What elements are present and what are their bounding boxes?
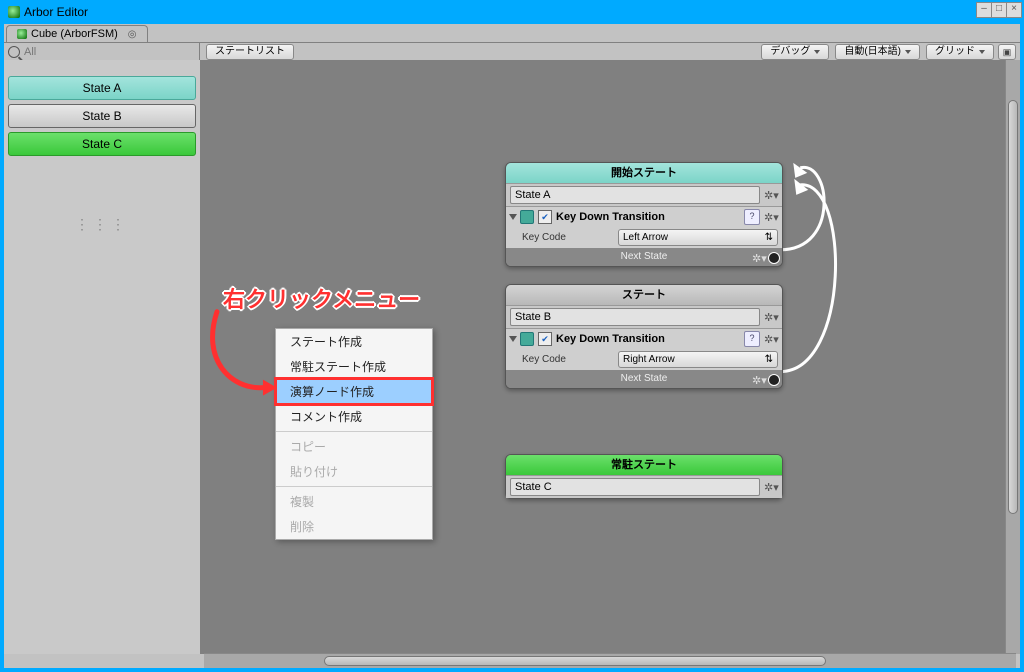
node-start-state[interactable]: 開始ステート ✲▾ ✔ Key Down Transition ? ✲▾ Key… bbox=[505, 162, 783, 267]
state-name-input[interactable] bbox=[510, 478, 760, 496]
behaviour-name: Key Down Transition bbox=[556, 211, 740, 223]
prop-label: Key Code bbox=[522, 354, 612, 365]
sidebar-search[interactable] bbox=[4, 43, 200, 61]
gear-icon[interactable]: ✲▾ bbox=[764, 189, 778, 202]
menu-separator bbox=[276, 431, 432, 432]
menu-separator bbox=[276, 486, 432, 487]
state-list-label: ステートリスト bbox=[215, 45, 285, 59]
behaviour-icon bbox=[520, 332, 534, 346]
state-list-button[interactable]: ステートリスト bbox=[206, 44, 294, 60]
grid-dropdown[interactable]: グリッド bbox=[926, 44, 994, 60]
search-icon bbox=[8, 46, 20, 58]
canvas-vertical-scrollbar[interactable] bbox=[1005, 60, 1020, 654]
help-icon[interactable]: ? bbox=[744, 331, 760, 347]
gear-icon[interactable]: ✲▾ bbox=[752, 372, 766, 390]
debug-dropdown[interactable]: デバッグ bbox=[761, 44, 829, 60]
behaviour-name: Key Down Transition bbox=[556, 333, 740, 345]
menu-copy: コピー bbox=[276, 434, 432, 459]
language-dropdown[interactable]: 自動(日本語) bbox=[835, 44, 920, 60]
app-icon bbox=[8, 6, 20, 18]
node-title: ステート bbox=[506, 285, 782, 305]
grid-label: グリッド bbox=[935, 45, 975, 59]
state-name-input[interactable] bbox=[510, 186, 760, 204]
chevron-down-icon bbox=[905, 50, 911, 54]
state-name-input[interactable] bbox=[510, 308, 760, 326]
editor-tabs-row: Cube (ArborFSM) ◎ bbox=[4, 24, 1020, 43]
menu-create-comment[interactable]: コメント作成 bbox=[276, 404, 432, 429]
sidebar-item-label: State A bbox=[83, 81, 122, 95]
gear-icon[interactable]: ✲▾ bbox=[764, 211, 778, 224]
prop-label: Key Code bbox=[522, 232, 612, 243]
gear-icon[interactable]: ✲▾ bbox=[764, 481, 778, 494]
foldout-icon[interactable] bbox=[509, 214, 517, 220]
sidebar-item-state-a[interactable]: State A bbox=[8, 76, 196, 100]
menu-duplicate: 複製 bbox=[276, 489, 432, 514]
search-input[interactable] bbox=[20, 45, 195, 59]
help-icon[interactable]: ? bbox=[744, 209, 760, 225]
annotation-label: 右クリックメニュー bbox=[223, 282, 420, 314]
keycode-dropdown[interactable]: Left Arrow ⇅ bbox=[618, 229, 778, 246]
gear-icon[interactable]: ✲▾ bbox=[764, 333, 778, 346]
graph-canvas[interactable]: 開始ステート ✲▾ ✔ Key Down Transition ? ✲▾ Key… bbox=[201, 60, 1020, 654]
enable-checkbox[interactable]: ✔ bbox=[538, 210, 552, 224]
tab-label: Cube (ArborFSM) bbox=[31, 28, 118, 40]
node-title: 常駐ステート bbox=[506, 455, 782, 475]
capture-button[interactable]: ▣ bbox=[998, 44, 1016, 60]
sidebar-item-label: State B bbox=[82, 109, 121, 123]
tab-target-icon[interactable]: ◎ bbox=[128, 29, 137, 40]
dropdown-value: Right Arrow bbox=[623, 354, 675, 365]
sidebar-resize-handle[interactable]: ⋮⋮⋮ bbox=[4, 216, 200, 233]
state-list-sidebar: State A State B State C ⋮⋮⋮ bbox=[4, 60, 201, 654]
canvas-horizontal-scrollbar[interactable] bbox=[204, 653, 1016, 668]
scrollbar-thumb[interactable] bbox=[324, 656, 826, 666]
chevron-down-icon bbox=[814, 50, 820, 54]
keycode-dropdown[interactable]: Right Arrow ⇅ bbox=[618, 351, 778, 368]
chevron-updown-icon: ⇅ bbox=[765, 354, 773, 365]
chevron-updown-icon: ⇅ bbox=[765, 232, 773, 243]
menu-create-resident-state[interactable]: 常駐ステート作成 bbox=[276, 354, 432, 379]
menu-delete: 削除 bbox=[276, 514, 432, 539]
foldout-icon[interactable] bbox=[509, 336, 517, 342]
node-resident-state[interactable]: 常駐ステート ✲▾ bbox=[505, 454, 783, 499]
gear-icon[interactable]: ✲▾ bbox=[764, 311, 778, 324]
chevron-down-icon bbox=[979, 50, 985, 54]
gear-icon[interactable]: ✲▾ bbox=[752, 250, 766, 268]
sidebar-item-state-b[interactable]: State B bbox=[8, 104, 196, 128]
window-title-bar: Arbor Editor bbox=[4, 2, 1020, 22]
menu-create-state[interactable]: ステート作成 bbox=[276, 329, 432, 354]
editor-tab[interactable]: Cube (ArborFSM) ◎ bbox=[6, 25, 148, 42]
language-label: 自動(日本語) bbox=[844, 45, 901, 59]
node-state[interactable]: ステート ✲▾ ✔ Key Down Transition ? ✲▾ Key C… bbox=[505, 284, 783, 389]
menu-create-calculator[interactable]: 演算ノード作成 bbox=[276, 379, 432, 404]
sidebar-item-label: State C bbox=[82, 137, 122, 151]
window-title: Arbor Editor bbox=[24, 5, 88, 19]
dropdown-value: Left Arrow bbox=[623, 232, 668, 243]
window-minimize-button[interactable]: – bbox=[976, 2, 992, 18]
canvas-context-menu: ステート作成 常駐ステート作成 演算ノード作成 コメント作成 コピー 貼り付け bbox=[275, 328, 433, 540]
output-port[interactable] bbox=[768, 252, 780, 264]
fsm-icon bbox=[17, 29, 27, 39]
transition-slot[interactable]: Next State ✲▾ bbox=[506, 370, 782, 388]
enable-checkbox[interactable]: ✔ bbox=[538, 332, 552, 346]
window-close-button[interactable]: × bbox=[1006, 2, 1022, 18]
menu-paste: 貼り付け bbox=[276, 459, 432, 484]
scrollbar-thumb[interactable] bbox=[1008, 100, 1018, 514]
node-title: 開始ステート bbox=[506, 163, 782, 183]
transition-slot[interactable]: Next State ✲▾ bbox=[506, 248, 782, 266]
window-maximize-button[interactable]: □ bbox=[991, 2, 1007, 18]
debug-label: デバッグ bbox=[770, 45, 810, 59]
output-port[interactable] bbox=[768, 374, 780, 386]
sidebar-item-state-c[interactable]: State C bbox=[8, 132, 196, 156]
behaviour-icon bbox=[520, 210, 534, 224]
